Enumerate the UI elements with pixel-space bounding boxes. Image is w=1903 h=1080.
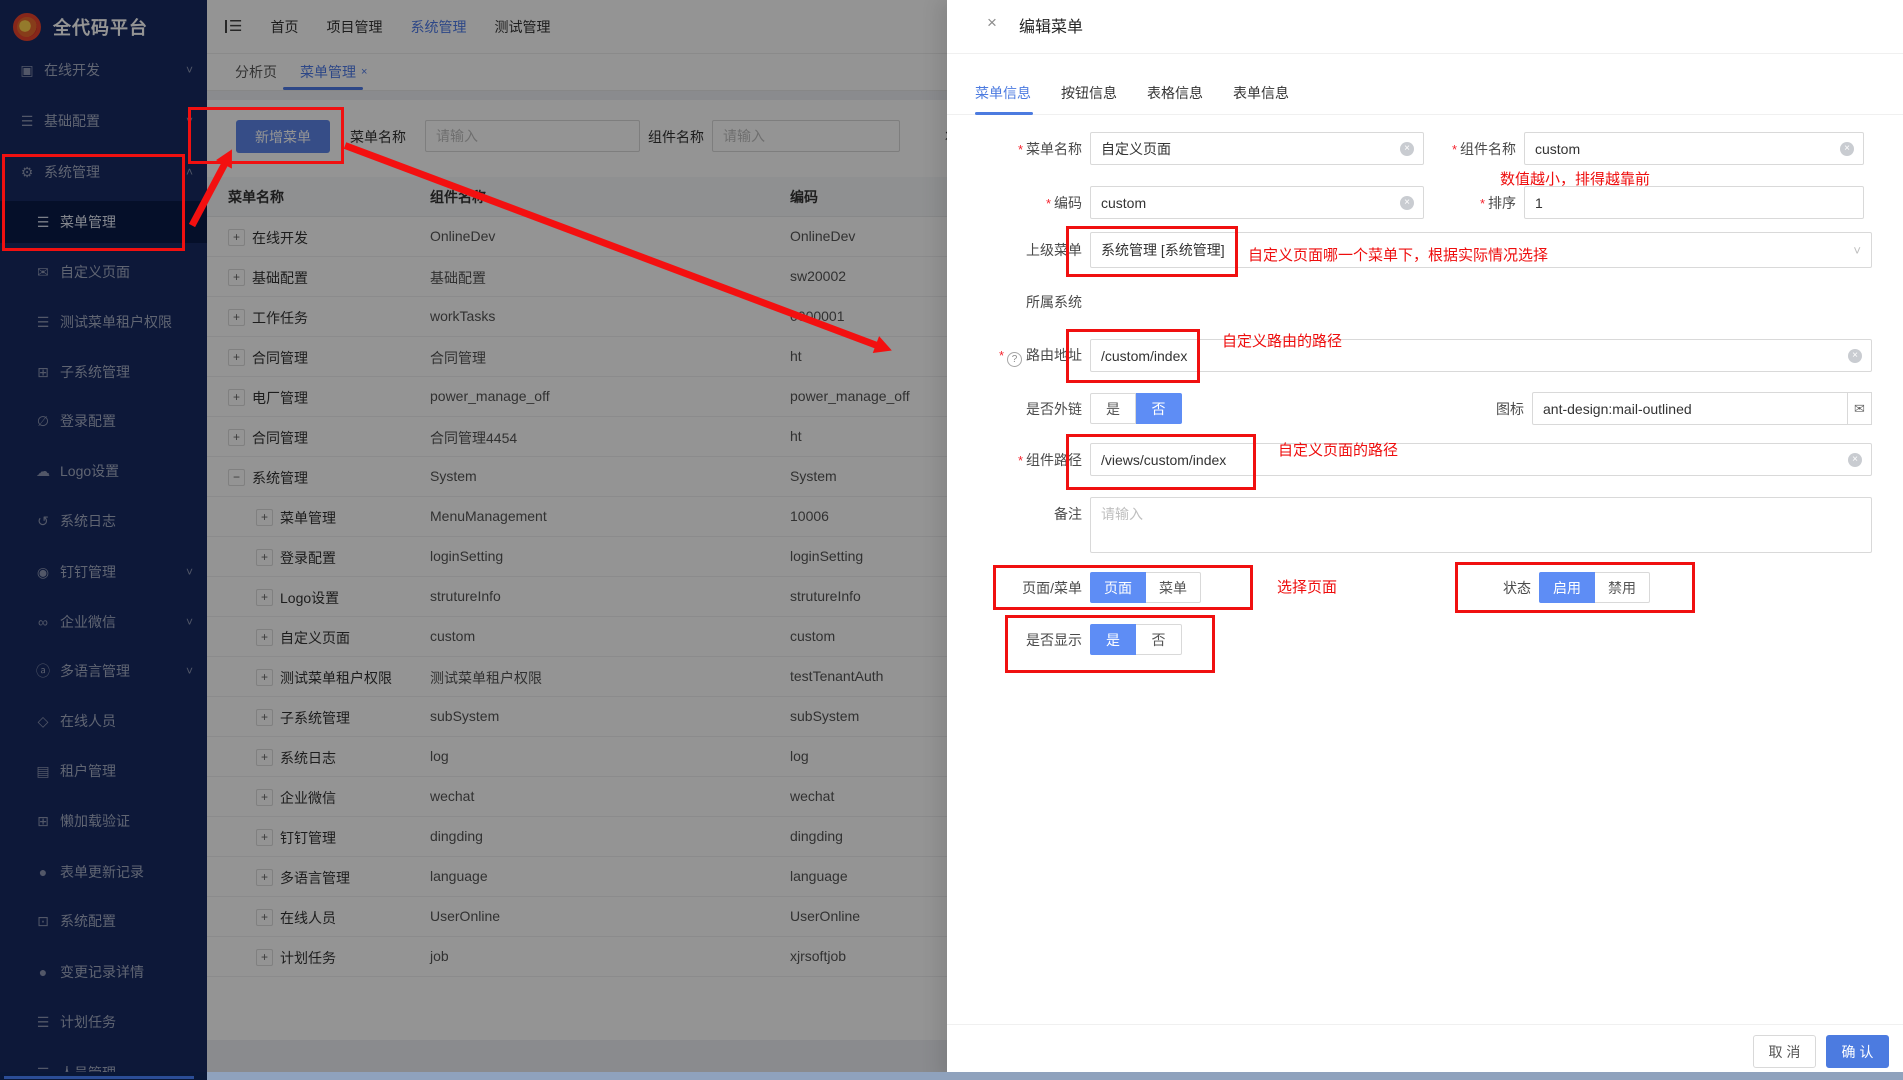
sort-field[interactable] xyxy=(1524,186,1864,219)
clear-icon[interactable]: × xyxy=(1848,349,1862,363)
divider xyxy=(947,53,1903,54)
comp-name-field[interactable]: × xyxy=(1524,132,1864,165)
route-field[interactable]: × xyxy=(1090,339,1872,372)
edit-menu-drawer: × 编辑菜单 菜单信息 按钮信息 表格信息 表单信息 *菜单名称 × *组件名称… xyxy=(947,0,1903,1080)
close-icon[interactable]: × xyxy=(987,13,997,33)
code-label: *编码 xyxy=(947,193,1090,213)
external-yes-option[interactable]: 是 xyxy=(1090,393,1136,424)
annotation-box-add-button xyxy=(188,107,344,164)
confirm-button[interactable]: 确 认 xyxy=(1826,1035,1889,1068)
annotation-route-tip: 自定义路由的路径 xyxy=(1222,330,1342,351)
icon-picker-button[interactable]: ✉ xyxy=(1848,392,1872,425)
code-field[interactable]: × xyxy=(1090,186,1424,219)
comp-name-label: *组件名称 xyxy=(1424,139,1524,159)
annotation-box-comp-path xyxy=(1066,434,1256,490)
external-link-toggle: 是 否 xyxy=(1090,393,1182,424)
annotation-box-status xyxy=(1455,562,1695,613)
drawer-tab-form-info[interactable]: 表单信息 xyxy=(1233,83,1289,103)
drawer-tab-menu-info[interactable]: 菜单信息 xyxy=(975,83,1031,103)
icon-label: 图标 xyxy=(1182,399,1532,419)
divider xyxy=(947,1024,1903,1025)
menu-name-field[interactable]: × xyxy=(1090,132,1424,165)
annotation-box-sidebar-menu xyxy=(2,154,185,251)
external-no-option[interactable]: 否 xyxy=(1136,393,1182,424)
remark-label: 备注 xyxy=(947,497,1090,524)
menu-name-label: *菜单名称 xyxy=(947,139,1090,159)
owner-system-label: 所属系统 xyxy=(947,292,1090,312)
drawer-tab-button-info[interactable]: 按钮信息 xyxy=(1061,83,1117,103)
bottom-strip xyxy=(0,1072,1903,1080)
clear-icon[interactable]: × xyxy=(1848,453,1862,467)
drawer-title: 编辑菜单 xyxy=(1019,13,1083,37)
annotation-box-visible xyxy=(1005,615,1215,673)
help-icon: ? xyxy=(1007,352,1022,367)
cancel-button[interactable]: 取 消 xyxy=(1753,1035,1816,1068)
mail-icon: ✉ xyxy=(1854,401,1865,417)
divider xyxy=(947,114,1903,115)
icon-field[interactable] xyxy=(1532,392,1848,425)
annotation-box-route xyxy=(1066,329,1200,383)
remark-textarea[interactable] xyxy=(1090,497,1872,553)
annotation-page-tip: 选择页面 xyxy=(1277,576,1337,597)
clear-icon[interactable]: × xyxy=(1400,196,1414,210)
clear-icon[interactable]: × xyxy=(1400,142,1414,156)
annotation-box-page-menu xyxy=(993,565,1253,610)
annotation-box-parent-menu xyxy=(1066,226,1238,277)
sort-label: *排序 xyxy=(1424,193,1524,213)
drawer-tab-table-info[interactable]: 表格信息 xyxy=(1147,83,1203,103)
external-link-label: 是否外链 xyxy=(947,399,1090,419)
annotation-parent-tip: 自定义页面哪一个菜单下，根据实际情况选择 xyxy=(1248,244,1548,265)
annotation-comp-path-tip: 自定义页面的路径 xyxy=(1278,439,1398,460)
screen: 全代码平台 ▣在线开发˅☰基础配置˅⚙系统管理˄☰菜单管理✉自定义页面☰测试菜单… xyxy=(0,0,1903,1080)
clear-icon[interactable]: × xyxy=(1840,142,1854,156)
drawer-tab-underline xyxy=(975,112,1033,115)
annotation-sort-tip: 数值越小，排得越靠前 xyxy=(1500,168,1650,189)
chevron-down-icon: ˅ xyxy=(1853,243,1861,258)
